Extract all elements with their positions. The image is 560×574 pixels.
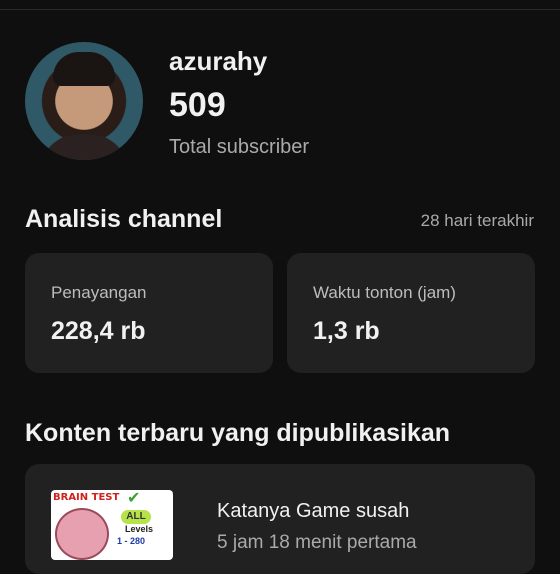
thumbnail-badge: ALL bbox=[121, 510, 151, 524]
subscriber-count: 509 bbox=[169, 86, 226, 124]
avatar[interactable] bbox=[25, 42, 143, 160]
video-thumbnail[interactable]: BRAIN TEST ✔ ALL Levels 1 - 280 bbox=[51, 490, 173, 560]
thumbnail-heading: BRAIN TEST bbox=[53, 492, 120, 503]
watch-time-value: 1,3 rb bbox=[313, 317, 380, 345]
thumbnail-levels-label: Levels bbox=[125, 524, 154, 534]
watch-time-label: Waktu tonton (jam) bbox=[313, 283, 456, 302]
subscriber-label: Total subscriber bbox=[169, 136, 310, 158]
analytics-range: 28 hari terakhir bbox=[420, 211, 534, 230]
watch-time-card[interactable]: Waktu tonton (jam) 1,3 rb bbox=[287, 253, 535, 373]
check-icon: ✔ bbox=[127, 490, 141, 507]
views-value: 228,4 rb bbox=[51, 317, 146, 345]
video-title: Katanya Game susah bbox=[217, 500, 410, 522]
avatar-shirt bbox=[39, 134, 129, 160]
views-label: Penayangan bbox=[51, 283, 147, 302]
thumbnail-levels-range: 1 - 280 bbox=[117, 536, 146, 546]
channel-name: azurahy bbox=[169, 46, 268, 76]
brain-icon bbox=[55, 508, 109, 560]
top-divider bbox=[0, 0, 560, 10]
analytics-title: Analisis channel bbox=[25, 205, 223, 233]
latest-video-card[interactable]: BRAIN TEST ✔ ALL Levels 1 - 280 Katanya … bbox=[25, 464, 535, 574]
video-meta: 5 jam 18 menit pertama bbox=[217, 532, 417, 553]
views-card[interactable]: Penayangan 228,4 rb bbox=[25, 253, 273, 373]
avatar-hair bbox=[53, 52, 115, 86]
latest-content-title: Konten terbaru yang dipublikasikan bbox=[25, 419, 451, 447]
